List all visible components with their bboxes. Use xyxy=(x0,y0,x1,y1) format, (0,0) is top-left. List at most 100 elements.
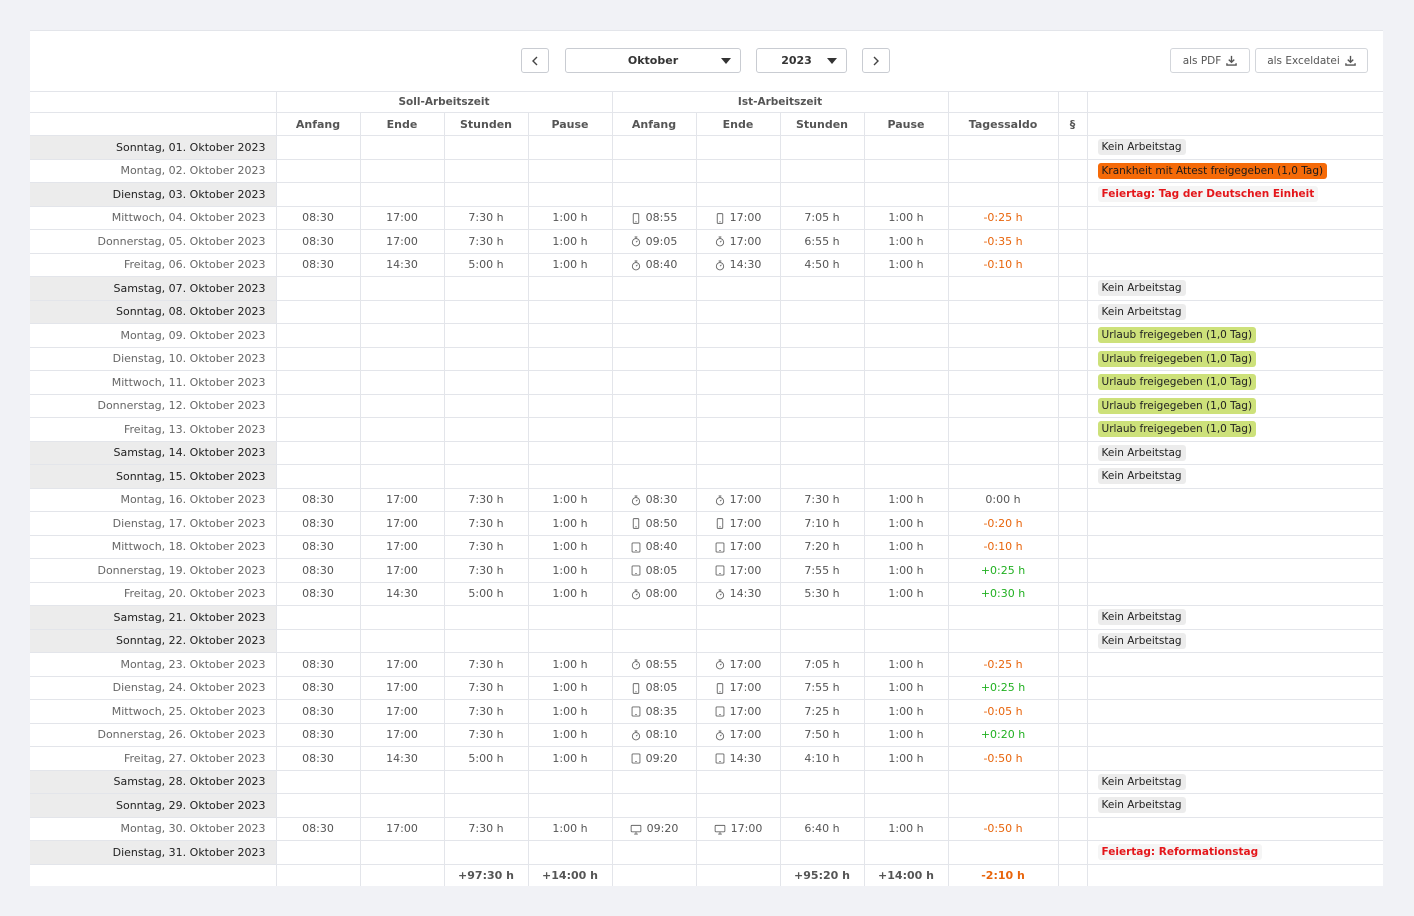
total-saldo: -2:10 h xyxy=(948,864,1059,886)
ist-anfang-time: 08:10 xyxy=(645,728,678,742)
ist-anfang xyxy=(612,300,697,324)
row-date: Dienstag, 10. Oktober 2023 xyxy=(30,347,277,371)
status-badge: Urlaub freigegeben (1,0 Tag) xyxy=(1097,397,1257,414)
tagessaldo: +0:25 h xyxy=(948,558,1059,583)
row-date: Dienstag, 31. Oktober 2023 xyxy=(30,840,277,865)
soll-ende: 17:00 xyxy=(360,699,445,724)
ist-stunden: 6:40 h xyxy=(780,816,865,841)
ist-ende xyxy=(696,464,781,489)
table-row: Sonntag, 22. Oktober 2023 Kein Arbeitstag xyxy=(30,629,1383,653)
ist-anfang-time: 09:20 xyxy=(645,751,678,765)
ist-ende: 17:00 xyxy=(696,699,781,724)
prev-month-button[interactable] xyxy=(521,48,549,73)
row-date: Freitag, 13. Oktober 2023 xyxy=(30,417,277,442)
soll-ende xyxy=(360,276,445,301)
soll-pause xyxy=(528,417,613,442)
soll-ende: 17:00 xyxy=(360,206,445,230)
soll-anfang: 08:30 xyxy=(276,487,361,512)
ist-pause: 1:00 h xyxy=(864,699,949,724)
soll-ende xyxy=(360,135,445,160)
ist-stunden: 4:10 h xyxy=(780,746,865,771)
table-row: Donnerstag, 19. Oktober 2023 08:30 17:00 7:… xyxy=(30,558,1383,583)
soll-pause xyxy=(528,276,613,301)
ist-ende-time: 14:30 xyxy=(729,751,762,765)
monitor-icon xyxy=(714,822,726,835)
soll-stunden: 7:30 h xyxy=(444,816,529,841)
ist-anfang-time: 08:40 xyxy=(645,540,678,554)
paragraph-cell xyxy=(1058,370,1088,395)
soll-anfang xyxy=(276,770,361,794)
soll-stunden xyxy=(444,770,529,794)
soll-pause: 1:00 h xyxy=(528,206,613,230)
stopwatch-icon xyxy=(715,235,725,248)
tagessaldo xyxy=(948,370,1059,395)
soll-stunden xyxy=(444,135,529,160)
ist-ende-time: 17:00 xyxy=(729,211,762,225)
soll-anfang xyxy=(276,464,361,489)
next-month-button[interactable] xyxy=(862,48,890,73)
ist-anfang xyxy=(612,605,697,630)
soll-ende xyxy=(360,629,445,653)
soll-stunden xyxy=(444,394,529,418)
status-badge: Feiertag: Tag der Deutschen Einheit xyxy=(1097,186,1319,203)
ist-stunden xyxy=(780,464,865,489)
ist-ende xyxy=(696,793,781,818)
tagessaldo xyxy=(948,441,1059,465)
paragraph-cell xyxy=(1058,229,1088,254)
ist-stunden: 5:30 h xyxy=(780,582,865,606)
soll-anfang: 08:30 xyxy=(276,582,361,606)
soll-stunden xyxy=(444,182,529,207)
ist-ende: 17:00 xyxy=(696,487,781,512)
ist-pause xyxy=(864,135,949,160)
table-row: Dienstag, 17. Oktober 2023 08:30 17:00 7:30… xyxy=(30,511,1383,536)
table-row: Donnerstag, 05. Oktober 2023 08:30 17:00 7:… xyxy=(30,229,1383,254)
month-select[interactable]: Oktober xyxy=(565,48,741,73)
status-cell: Kein Arbeitstag xyxy=(1087,464,1383,489)
status-cell xyxy=(1087,229,1383,254)
soll-ende: 17:00 xyxy=(360,676,445,700)
totals-cell xyxy=(612,864,697,886)
tagessaldo xyxy=(948,629,1059,653)
ist-anfang xyxy=(612,135,697,160)
year-select[interactable]: 2023 xyxy=(756,48,847,73)
soll-pause: 1:00 h xyxy=(528,699,613,724)
ist-anfang xyxy=(612,276,697,301)
soll-pause xyxy=(528,441,613,465)
soll-pause: 1:00 h xyxy=(528,229,613,254)
tagessaldo xyxy=(948,182,1059,207)
paragraph-cell xyxy=(1058,253,1088,277)
soll-anfang: 08:30 xyxy=(276,816,361,841)
paragraph-cell xyxy=(1058,629,1088,653)
soll-ende xyxy=(360,300,445,324)
header-ende: Ende xyxy=(360,112,445,136)
status-cell: Kein Arbeitstag xyxy=(1087,629,1383,653)
export-pdf-button[interactable]: als PDF xyxy=(1170,48,1250,73)
soll-anfang: 08:30 xyxy=(276,535,361,559)
status-cell xyxy=(1087,746,1383,771)
export-excel-button[interactable]: als Exceldatei xyxy=(1255,48,1368,73)
mobile-icon xyxy=(631,681,641,694)
soll-stunden xyxy=(444,323,529,348)
ist-ende xyxy=(696,629,781,653)
ist-stunden: 7:05 h xyxy=(780,652,865,677)
ist-pause xyxy=(864,182,949,207)
ist-pause xyxy=(864,158,949,183)
stopwatch-icon xyxy=(631,235,641,248)
soll-pause xyxy=(528,370,613,395)
tagessaldo: -0:50 h xyxy=(948,816,1059,841)
ist-pause xyxy=(864,417,949,442)
ist-anfang: 08:40 xyxy=(612,253,697,277)
mobile-icon xyxy=(715,211,725,224)
header-empty xyxy=(1058,91,1088,113)
ist-anfang xyxy=(612,323,697,348)
ist-ende-time: 17:00 xyxy=(729,681,762,695)
tablet-icon xyxy=(631,705,641,718)
soll-ende: 14:30 xyxy=(360,253,445,277)
row-date: Dienstag, 17. Oktober 2023 xyxy=(30,511,277,536)
ist-ende xyxy=(696,347,781,371)
ist-ende: 17:00 xyxy=(696,558,781,583)
mobile-icon xyxy=(631,211,641,224)
paragraph-cell xyxy=(1058,699,1088,724)
soll-ende xyxy=(360,394,445,418)
soll-pause xyxy=(528,323,613,348)
